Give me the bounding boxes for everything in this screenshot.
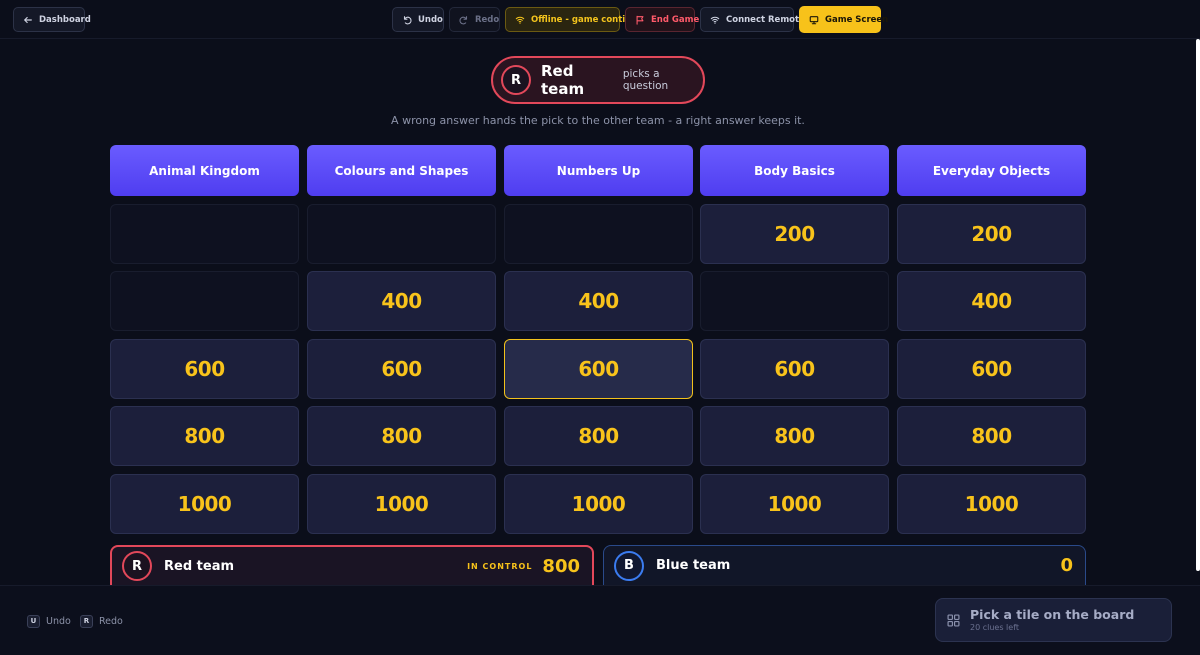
end-game-button[interactable]: End Game (625, 7, 699, 32)
board-tile[interactable]: 400 (897, 271, 1086, 331)
connect-remote-button[interactable]: Connect Remote (700, 7, 805, 32)
red-team-avatar: R (501, 65, 531, 95)
category-header: Everyday Objects (897, 145, 1086, 196)
category-header: Colours and Shapes (307, 145, 496, 196)
board-tile[interactable]: 600 (700, 339, 889, 399)
board-tile-used (110, 271, 299, 331)
clues-left: 20 clues left (970, 622, 1020, 632)
board-tile-selected[interactable]: 600 (504, 339, 693, 399)
undo-shortcut-label: Undo (46, 615, 71, 627)
board-tile-used (307, 204, 496, 264)
wifi-icon (515, 16, 525, 24)
turn-team-name: Red team (541, 62, 585, 98)
board-tile[interactable]: 600 (897, 339, 1086, 399)
board-tile[interactable]: 1000 (307, 474, 496, 534)
turn-indicator: R Red team picks a question (491, 56, 705, 104)
board-tile-used (700, 271, 889, 331)
redo-label: Redo (475, 14, 500, 25)
monitor-icon (809, 15, 819, 24)
blue-team-score: 0 (1060, 555, 1073, 576)
board-tile[interactable]: 200 (700, 204, 889, 264)
board-tile[interactable]: 800 (700, 406, 889, 466)
redo-shortcut-label: Redo (99, 615, 123, 627)
redo-key: R (80, 614, 93, 628)
dashboard-button[interactable]: Dashboard (13, 7, 91, 32)
red-team-name: Red team (164, 558, 235, 574)
board-tile[interactable]: 600 (307, 339, 496, 399)
game-screen-button[interactable]: Game Screen (799, 6, 888, 33)
undo-label: Undo (418, 14, 443, 25)
undo-key: U (27, 614, 40, 628)
board-tile[interactable]: 600 (110, 339, 299, 399)
pick-tile-panel: Pick a tile on the board 20 clues left (935, 598, 1172, 642)
category-header: Body Basics (700, 145, 889, 196)
top-toolbar: Dashboard Undo Redo Offline - game conti… (0, 0, 1200, 39)
board-tile[interactable]: 400 (504, 271, 693, 331)
rules-hint: A wrong answer hands the pick to the oth… (391, 114, 805, 127)
undo-shortcut[interactable]: U Undo (27, 614, 71, 628)
redo-shortcut[interactable]: R Redo (80, 614, 123, 628)
board-tile[interactable]: 200 (897, 204, 1086, 264)
undo-icon (403, 15, 412, 24)
board-tile[interactable]: 800 (307, 406, 496, 466)
board-tile-used (110, 204, 299, 264)
blue-team-name: Blue team (656, 558, 731, 573)
game-screen-label: Game Screen (825, 14, 889, 25)
arrow-left-icon (24, 16, 32, 23)
category-header: Numbers Up (504, 145, 693, 196)
board-tile[interactable]: 800 (504, 406, 693, 466)
pick-title: Pick a tile on the board (970, 606, 1135, 622)
board-tile-used (504, 204, 693, 264)
connect-remote-label: Connect Remote (726, 14, 805, 25)
redo-icon (459, 15, 468, 24)
red-team-avatar: R (122, 551, 152, 581)
in-control-badge: IN CONTROL (467, 561, 533, 571)
category-header: Animal Kingdom (110, 145, 299, 196)
flag-icon (636, 15, 644, 25)
undo-button[interactable]: Undo (392, 7, 444, 32)
board-tile[interactable]: 800 (897, 406, 1086, 466)
blue-team-avatar: B (614, 550, 644, 581)
redo-button[interactable]: Redo (449, 7, 500, 32)
wifi-icon (710, 16, 720, 24)
scrollbar-thumb[interactable] (1196, 39, 1200, 571)
turn-text: picks a question (622, 68, 669, 92)
board-tile[interactable]: 1000 (110, 474, 299, 534)
red-team-score: 800 (542, 555, 580, 577)
board-tile[interactable]: 800 (110, 406, 299, 466)
board-tile[interactable]: 1000 (504, 474, 693, 534)
dashboard-label: Dashboard (39, 14, 91, 25)
board-tile[interactable]: 1000 (700, 474, 889, 534)
board-tile[interactable]: 400 (307, 271, 496, 331)
board-tile[interactable]: 1000 (897, 474, 1086, 534)
end-game-label: End Game (651, 14, 700, 25)
offline-status-button[interactable]: Offline - game continues (505, 7, 648, 32)
grid-icon (947, 613, 960, 627)
